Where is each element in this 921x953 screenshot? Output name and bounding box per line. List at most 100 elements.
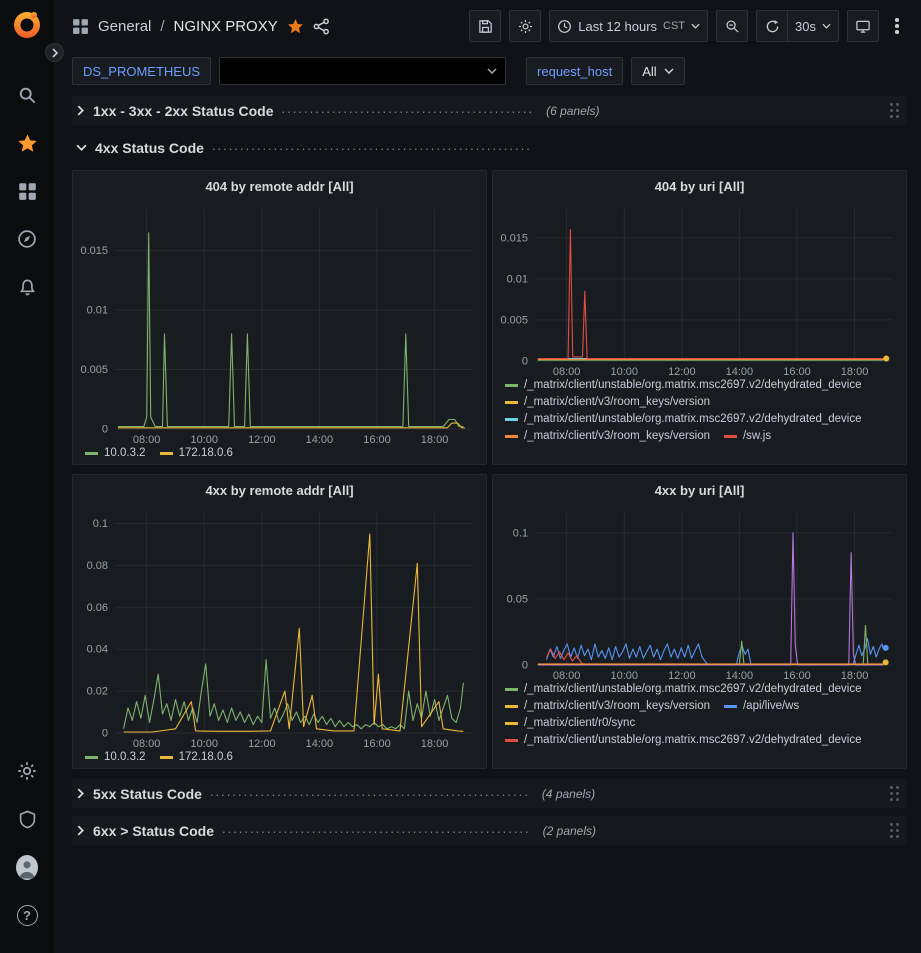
series-color-swatch bbox=[505, 739, 518, 742]
variables-bar: DS_PROMETHEUS request_host All bbox=[54, 52, 921, 90]
svg-text:0.005: 0.005 bbox=[80, 364, 108, 376]
timeseries-chart-4xx-remote-addr[interactable]: 00.020.040.060.080.108:0010:0012:0014:00… bbox=[73, 505, 486, 750]
row-5xx[interactable]: 5xx Status Code ........................… bbox=[72, 779, 907, 808]
side-menu: ? bbox=[0, 0, 54, 953]
row-title: 6xx > Status Code bbox=[93, 823, 214, 839]
legend-item[interactable]: /_matrix/client/v3/room_keys/version bbox=[505, 430, 710, 442]
timezone-label: CST bbox=[663, 20, 685, 32]
favorite-star-icon[interactable] bbox=[287, 18, 304, 35]
series-color-swatch bbox=[85, 452, 98, 455]
row-4xx[interactable]: 4xx Status Code ........................… bbox=[72, 133, 907, 162]
svg-text:0.015: 0.015 bbox=[80, 245, 108, 257]
svg-text:08:00: 08:00 bbox=[553, 366, 581, 378]
datasource-variable-label[interactable]: DS_PROMETHEUS bbox=[72, 57, 211, 85]
svg-text:18:00: 18:00 bbox=[421, 434, 449, 446]
legend-item[interactable]: /_matrix/client/unstable/org.matrix.msc2… bbox=[505, 379, 862, 391]
starred-dashboards-icon[interactable] bbox=[16, 132, 38, 154]
row-drag-handle[interactable] bbox=[888, 101, 901, 120]
legend-item[interactable]: /_matrix/client/r0/sync bbox=[505, 717, 635, 729]
refresh-button[interactable] bbox=[756, 10, 788, 42]
series-color-swatch bbox=[724, 705, 737, 708]
legend-item[interactable]: 172.18.0.6 bbox=[160, 751, 233, 763]
zoom-out-button[interactable] bbox=[716, 10, 748, 42]
timeseries-chart-404-uri[interactable]: 00.0050.010.01508:0010:0012:0014:0016:00… bbox=[493, 201, 906, 378]
series-color-swatch bbox=[160, 756, 173, 759]
panel-404-by-uri: 404 by uri [All] 00.0050.010.01508:0010:… bbox=[492, 170, 907, 465]
svg-text:12:00: 12:00 bbox=[668, 366, 696, 378]
series-color-swatch bbox=[160, 452, 173, 455]
chevron-down-icon bbox=[822, 23, 831, 29]
refresh-interval-button[interactable]: 30s bbox=[788, 10, 839, 42]
timeseries-chart-4xx-uri[interactable]: 00.050.108:0010:0012:0014:0016:0018:00 bbox=[493, 505, 906, 682]
legend-item[interactable]: /api/live/ws bbox=[724, 700, 799, 712]
row-dots: ........................................… bbox=[222, 821, 531, 836]
explore-compass-icon[interactable] bbox=[16, 228, 38, 250]
dashboard-title[interactable]: NGINX PROXY bbox=[174, 18, 278, 35]
help-icon[interactable]: ? bbox=[16, 904, 38, 926]
server-admin-gear-icon[interactable] bbox=[16, 760, 38, 782]
request-host-select[interactable]: All bbox=[631, 57, 684, 85]
series-color-swatch bbox=[505, 705, 518, 708]
kebab-menu-button[interactable] bbox=[887, 10, 907, 42]
share-icon[interactable] bbox=[313, 18, 330, 35]
row-drag-handle[interactable] bbox=[888, 784, 901, 803]
row-dots: ........................................… bbox=[210, 784, 530, 799]
legend-item[interactable]: /_matrix/client/v3/room_keys/version bbox=[505, 396, 710, 408]
time-range-button[interactable]: Last 12 hours CST bbox=[549, 10, 708, 42]
datasource-select[interactable] bbox=[219, 57, 506, 85]
alerting-bell-icon[interactable] bbox=[16, 276, 38, 298]
save-icon bbox=[478, 19, 493, 34]
series-color-swatch bbox=[505, 688, 518, 691]
admin-shield-icon[interactable] bbox=[16, 808, 38, 830]
series-color-swatch bbox=[85, 756, 98, 759]
chevron-right-icon bbox=[76, 788, 85, 799]
legend-item[interactable]: /_matrix/client/unstable/org.matrix.msc2… bbox=[505, 734, 862, 746]
svg-text:10:00: 10:00 bbox=[190, 738, 218, 750]
user-avatar[interactable] bbox=[16, 856, 38, 878]
breadcrumb-section[interactable]: General bbox=[98, 18, 151, 35]
gear-icon bbox=[518, 19, 533, 34]
search-icon[interactable] bbox=[16, 84, 38, 106]
panel-title[interactable]: 404 by uri [All] bbox=[493, 171, 906, 201]
grafana-logo[interactable] bbox=[12, 10, 42, 45]
svg-text:0.08: 0.08 bbox=[87, 560, 108, 572]
svg-text:14:00: 14:00 bbox=[726, 670, 754, 682]
legend-item[interactable]: 10.0.3.2 bbox=[85, 751, 146, 763]
timeseries-chart-404-remote-addr[interactable]: 00.0050.010.01508:0010:0012:0014:0016:00… bbox=[73, 201, 486, 446]
legend-item[interactable]: /_matrix/client/v3/room_keys/version bbox=[505, 700, 710, 712]
chevron-right-icon bbox=[76, 105, 85, 116]
chevron-right-icon bbox=[76, 825, 85, 836]
legend-item[interactable]: 10.0.3.2 bbox=[85, 447, 146, 459]
row-panel-count: (4 panels) bbox=[542, 787, 595, 801]
svg-text:0.05: 0.05 bbox=[507, 593, 528, 605]
request-host-value: All bbox=[642, 64, 656, 79]
panel-title[interactable]: 4xx by remote addr [All] bbox=[73, 475, 486, 505]
legend-item[interactable]: 172.18.0.6 bbox=[160, 447, 233, 459]
row-panel-count: (2 panels) bbox=[543, 824, 596, 838]
series-color-swatch bbox=[505, 722, 518, 725]
panel-title[interactable]: 4xx by uri [All] bbox=[493, 475, 906, 505]
row-6xx[interactable]: 6xx > Status Code ......................… bbox=[72, 816, 907, 845]
dashboard-settings-button[interactable] bbox=[509, 10, 541, 42]
svg-text:12:00: 12:00 bbox=[248, 738, 276, 750]
row-1xx-3xx-2xx[interactable]: 1xx - 3xx - 2xx Status Code ............… bbox=[72, 96, 907, 125]
legend-item[interactable]: /_matrix/client/unstable/org.matrix.msc2… bbox=[505, 683, 862, 695]
save-dashboard-button[interactable] bbox=[469, 10, 501, 42]
sidebar-expand-chevron-icon[interactable] bbox=[45, 43, 64, 62]
row-drag-handle[interactable] bbox=[888, 821, 901, 840]
legend-item[interactable]: /sw.js bbox=[724, 430, 771, 442]
svg-text:10:00: 10:00 bbox=[610, 670, 638, 682]
panel-title[interactable]: 404 by remote addr [All] bbox=[73, 171, 486, 201]
row-dots: ........................................… bbox=[282, 101, 535, 116]
series-color-swatch bbox=[505, 401, 518, 404]
request-host-variable-label[interactable]: request_host bbox=[526, 57, 623, 85]
legend: 10.0.3.2 172.18.0.6 bbox=[73, 446, 486, 464]
legend-item[interactable]: /_matrix/client/unstable/org.matrix.msc2… bbox=[505, 413, 862, 425]
tv-mode-button[interactable] bbox=[847, 10, 879, 42]
svg-text:0: 0 bbox=[522, 660, 528, 672]
breadcrumb: General / NGINX PROXY bbox=[72, 18, 330, 35]
dashboards-icon[interactable] bbox=[16, 180, 38, 202]
legend: /_matrix/client/unstable/org.matrix.msc2… bbox=[493, 378, 906, 464]
svg-text:12:00: 12:00 bbox=[248, 434, 276, 446]
refresh-group: 30s bbox=[756, 10, 839, 42]
